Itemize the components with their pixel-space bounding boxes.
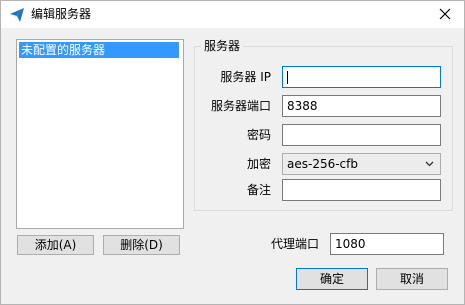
- remark-input[interactable]: [282, 179, 441, 201]
- ok-button[interactable]: 确定: [296, 268, 368, 290]
- server-port-input[interactable]: 8388: [282, 95, 441, 117]
- group-title: 服务器: [201, 39, 244, 53]
- encryption-select[interactable]: aes-256-cfb: [282, 153, 441, 175]
- title-bar: 编辑服务器: [1, 1, 464, 28]
- proxy-port-label: 代理端口: [270, 237, 319, 251]
- remark-label: 备注: [246, 183, 271, 197]
- password-label: 密码: [246, 128, 271, 142]
- text-caret: [287, 71, 288, 84]
- encryption-value: aes-256-cfb: [287, 157, 358, 171]
- password-input[interactable]: [282, 124, 441, 146]
- server-port-label: 服务器端口: [210, 99, 271, 113]
- server-list-item[interactable]: 未配置的服务器: [19, 42, 179, 58]
- server-ip-label: 服务器 IP: [220, 70, 271, 84]
- add-button[interactable]: 添加(A): [17, 235, 94, 255]
- edit-server-dialog: 编辑服务器 未配置的服务器 添加(A) 删除(D) 服务器 服务器 IP 服务器…: [0, 0, 465, 305]
- chevron-down-icon: [425, 161, 434, 167]
- window-title: 编辑服务器: [31, 7, 92, 21]
- server-list[interactable]: 未配置的服务器: [16, 39, 184, 229]
- cancel-button[interactable]: 取消: [376, 268, 448, 290]
- paper-plane-icon: [9, 7, 25, 23]
- close-icon: [439, 8, 451, 20]
- encryption-label: 加密: [246, 157, 271, 171]
- server-ip-input[interactable]: [282, 66, 441, 88]
- close-button[interactable]: [426, 1, 464, 27]
- delete-button[interactable]: 删除(D): [103, 235, 180, 255]
- proxy-port-input[interactable]: 1080: [330, 233, 444, 255]
